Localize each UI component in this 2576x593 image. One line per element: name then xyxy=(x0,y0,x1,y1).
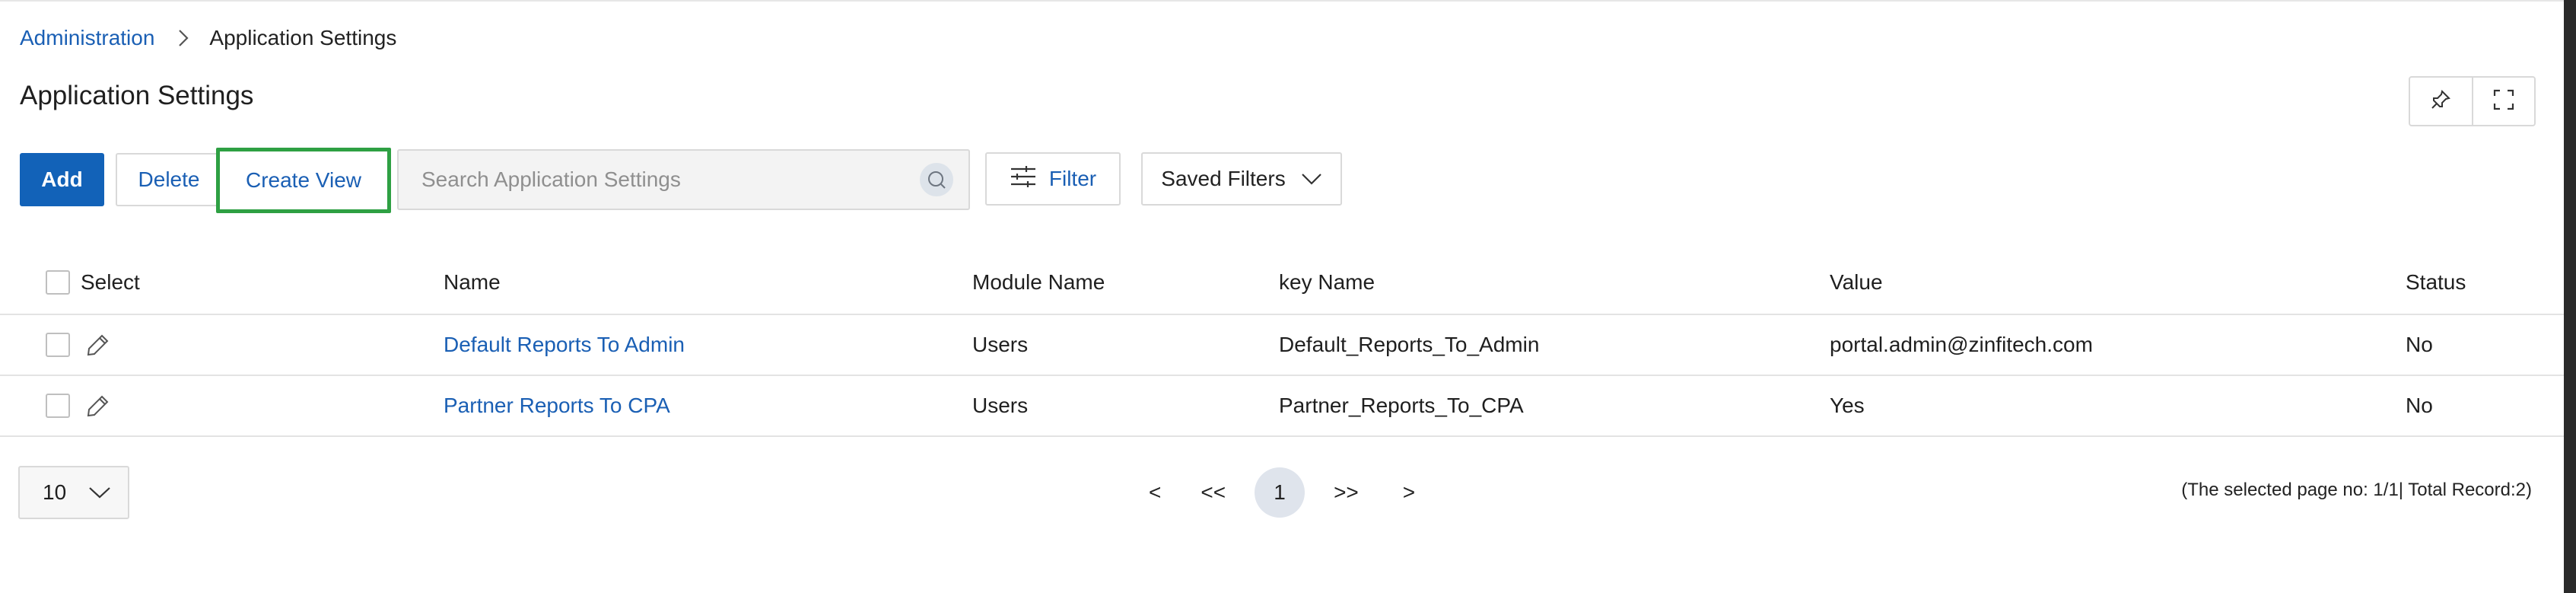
row-name-link[interactable]: Default Reports To Admin xyxy=(444,315,685,375)
row-status: No xyxy=(2406,394,2433,417)
row-value: Yes xyxy=(1830,394,1865,417)
window-edge xyxy=(2564,0,2576,593)
row-checkbox[interactable] xyxy=(46,394,70,418)
pagination: < << 1 >> > xyxy=(1149,467,1415,518)
select-header-label: Select xyxy=(81,270,140,294)
chevron-down-icon xyxy=(88,480,111,505)
breadcrumb-current: Application Settings xyxy=(209,26,397,49)
pencil-icon[interactable] xyxy=(85,376,111,435)
table-header-row: Select Name Module Name key Name Value S… xyxy=(0,251,2564,315)
search-input[interactable] xyxy=(399,167,920,193)
row-select xyxy=(46,315,70,375)
last-page-button[interactable]: >> xyxy=(1334,480,1359,505)
settings-table: Select Name Module Name key Name Value S… xyxy=(0,251,2564,437)
first-page-button[interactable]: << xyxy=(1201,480,1226,505)
page-size-value: 10 xyxy=(43,480,67,504)
current-page-button[interactable]: 1 xyxy=(1255,467,1305,518)
page-size-select[interactable]: 10 xyxy=(18,466,129,519)
row-status: No xyxy=(2406,333,2433,356)
saved-filters-dropdown[interactable]: Saved Filters xyxy=(1141,152,1342,206)
saved-filters-label: Saved Filters xyxy=(1161,167,1286,190)
row-key: Default_Reports_To_Admin xyxy=(1279,333,1540,356)
row-value: portal.admin@zinfitech.com xyxy=(1830,333,2093,356)
chevron-down-icon xyxy=(1286,167,1322,191)
row-name[interactable]: Partner Reports To CPA xyxy=(444,394,670,418)
search-icon[interactable] xyxy=(920,163,953,196)
row-module: Users xyxy=(972,333,1029,356)
row-key: Partner_Reports_To_CPA xyxy=(1279,394,1524,417)
value-column-header[interactable]: Value xyxy=(1830,251,1883,314)
pencil-icon[interactable] xyxy=(85,315,111,375)
row-name[interactable]: Default Reports To Admin xyxy=(444,333,685,357)
table-row: Partner Reports To CPA Users Partner_Rep… xyxy=(0,376,2564,437)
chevron-right-icon xyxy=(177,27,189,49)
pin-button[interactable] xyxy=(2410,78,2472,125)
select-all-checkbox[interactable] xyxy=(46,270,70,295)
sliders-icon xyxy=(1010,164,1049,194)
search-box xyxy=(397,149,970,210)
fullscreen-icon xyxy=(2492,88,2516,116)
row-name-link[interactable]: Partner Reports To CPA xyxy=(444,376,670,435)
table-row: Default Reports To Admin Users Default_R… xyxy=(0,315,2564,376)
filter-button[interactable]: Filter xyxy=(985,152,1121,206)
breadcrumb-administration-link[interactable]: Administration xyxy=(20,26,154,50)
top-divider xyxy=(0,0,2564,2)
create-view-button[interactable]: Create View xyxy=(216,148,391,213)
filter-label: Filter xyxy=(1048,167,1097,190)
view-controls xyxy=(2409,76,2536,126)
select-header: Select xyxy=(46,251,140,314)
module-column-header[interactable]: Module Name xyxy=(972,251,1105,314)
page-title: Application Settings xyxy=(20,81,254,110)
main-content: Administration Application Settings Appl… xyxy=(0,0,2564,593)
prev-page-button[interactable]: < xyxy=(1149,480,1161,505)
next-page-button[interactable]: > xyxy=(1403,480,1415,505)
key-column-header[interactable]: key Name xyxy=(1279,251,1375,314)
row-checkbox[interactable] xyxy=(46,333,70,357)
fullscreen-button[interactable] xyxy=(2471,78,2535,125)
name-column-header[interactable]: Name xyxy=(444,251,501,314)
row-select xyxy=(46,376,70,435)
add-button[interactable]: Add xyxy=(20,153,104,206)
row-module: Users xyxy=(972,394,1029,417)
breadcrumb: Administration Application Settings xyxy=(20,24,396,52)
page: Administration Application Settings Appl… xyxy=(0,0,2576,593)
page-info: (The selected page no: 1/1| Total Record… xyxy=(2181,480,2532,500)
pin-icon xyxy=(2429,88,2452,115)
status-column-header[interactable]: Status xyxy=(2406,251,2466,314)
delete-button[interactable]: Delete xyxy=(116,153,222,206)
